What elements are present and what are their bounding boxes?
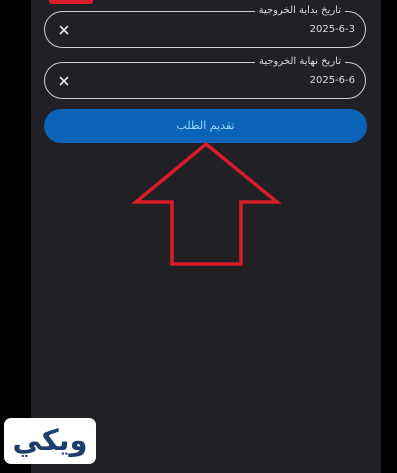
top-red-strip	[49, 0, 93, 4]
end-date-label: تاريخ نهاية الخروجية	[254, 55, 345, 68]
submit-request-button[interactable]: تقديم الطلب	[44, 109, 367, 143]
start-date-field[interactable]: تاريخ بداية الخروجية 2025-6-3	[44, 4, 366, 48]
start-date-label: تاريخ بداية الخروجية	[254, 4, 345, 17]
screenshot-canvas: تاريخ بداية الخروجية 2025-6-3 تاريخ نهاي…	[0, 0, 397, 473]
end-date-field[interactable]: تاريخ نهاية الخروجية 2025-6-6	[44, 55, 366, 99]
start-date-value: 2025-6-3	[309, 24, 355, 35]
end-date-value: 2025-6-6	[309, 75, 355, 86]
watermark-logo: ويكي	[4, 418, 96, 464]
close-icon[interactable]	[57, 73, 71, 87]
close-icon[interactable]	[57, 22, 71, 36]
watermark-logo-text: ويكي	[12, 423, 88, 457]
